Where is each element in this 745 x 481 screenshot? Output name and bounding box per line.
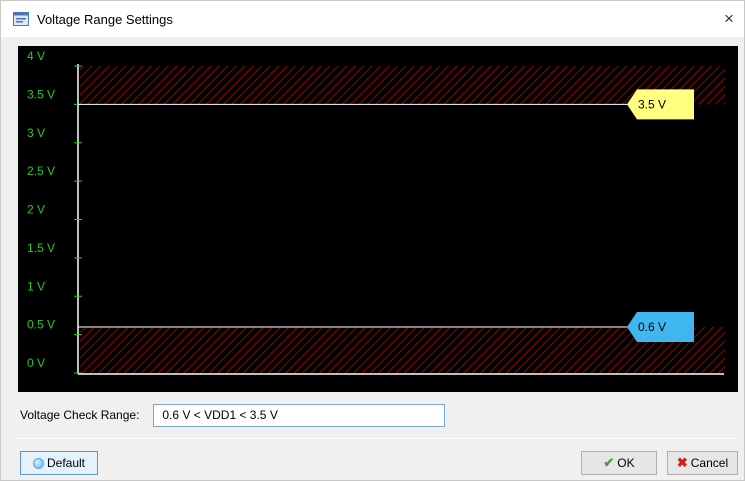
lower-out-of-range-zone <box>80 326 725 373</box>
upper-limit-marker-label: 3.5 V <box>638 97 666 111</box>
voltage-chart: 0 V 0.5 V 1 V 1.5 V 2 V 2.5 V 3 V 3.5 V 4 V 3.5 V… <box>18 46 738 392</box>
voltage-chart-svg: 0 V 0.5 V 1 V 1.5 V 2 V 2.5 V 3 V 3.5 V 4 V 3.5 V… <box>27 49 725 375</box>
ok-button[interactable]: ✔ OK <box>581 451 657 475</box>
separator <box>18 438 738 439</box>
y-tick-label: 0.5 V <box>27 318 55 332</box>
cancel-button-label: Cancel <box>690 456 729 470</box>
voltage-range-label: Voltage Check Range: <box>20 408 140 422</box>
voltage-range-input[interactable] <box>153 403 446 427</box>
voltage-range-dialog: Voltage Range Settings × 0 V 0.5 V 1 V 1.5 … <box>0 0 745 481</box>
close-icon: × <box>724 9 734 28</box>
ok-button-label: OK <box>617 456 635 470</box>
y-tick-label: 4 V <box>27 49 45 63</box>
window-title: Voltage Range Settings <box>37 12 173 27</box>
globe-icon <box>32 457 44 469</box>
y-tick-label: 1 V <box>27 279 45 293</box>
y-tick-label: 2.5 V <box>27 164 55 178</box>
cancel-button[interactable]: ✖ Cancel <box>667 451 738 475</box>
y-tick-label: 2 V <box>27 203 45 217</box>
upper-out-of-range-zone <box>80 66 725 105</box>
voltage-range-row: Voltage Check Range: <box>20 403 446 427</box>
check-icon: ✔ <box>603 455 615 470</box>
close-button[interactable]: × <box>714 1 744 37</box>
y-tick-label: 3.5 V <box>27 87 55 101</box>
lower-limit-marker-label: 0.6 V <box>638 320 666 334</box>
x-icon: ✖ <box>676 455 688 470</box>
default-button[interactable]: Default <box>20 451 98 475</box>
default-button-label: Default <box>46 456 86 470</box>
title-bar: Voltage Range Settings × <box>1 1 744 37</box>
y-tick-label: 0 V <box>27 356 45 370</box>
y-tick-label: 3 V <box>27 126 45 140</box>
y-tick-label: 1.5 V <box>27 241 55 255</box>
settings-window-icon <box>13 12 29 26</box>
